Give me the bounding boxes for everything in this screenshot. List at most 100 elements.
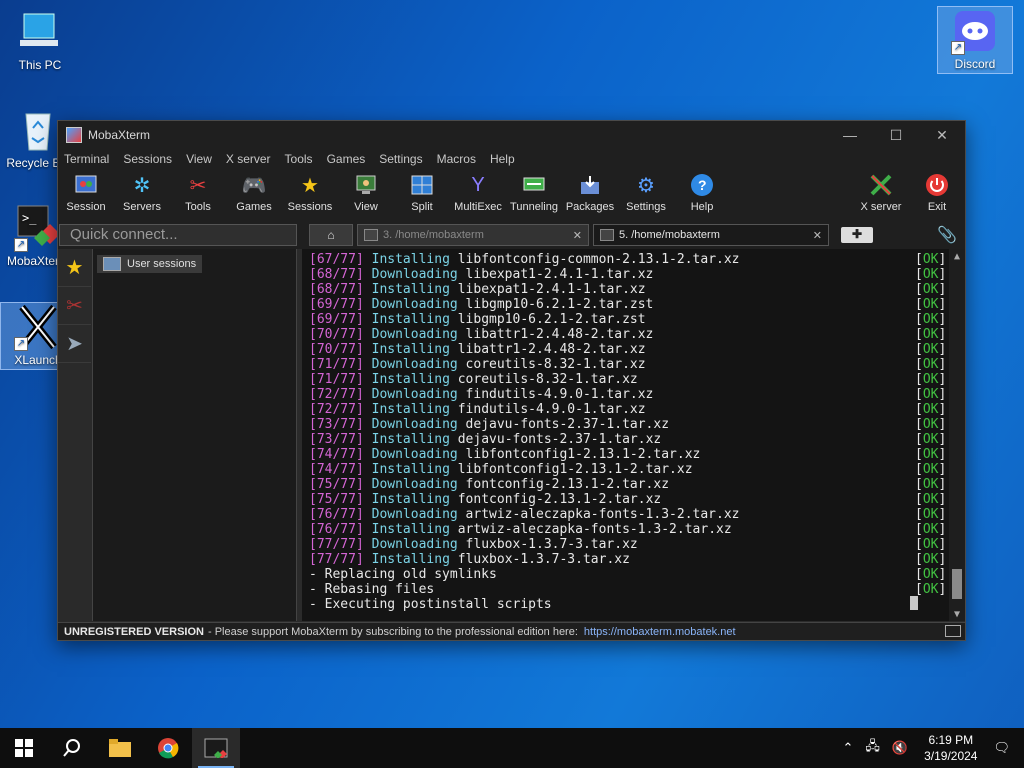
line-text: - Rebasing files	[309, 582, 435, 597]
toolbar-exit-button[interactable]: Exit	[909, 173, 965, 213]
user-sessions-item[interactable]: User sessions	[97, 255, 203, 273]
status-ok: [OK]	[915, 357, 947, 372]
toolbar-settings-button[interactable]: ⚙ Settings	[618, 173, 674, 214]
menu-view[interactable]: View	[186, 152, 212, 166]
sidebar-strip: ★ ✂ ➤	[58, 249, 93, 621]
paperclip-icon[interactable]: 📎	[937, 225, 957, 245]
line-counter: [75/77]	[309, 492, 364, 507]
notification-icon[interactable]: 🗨	[993, 740, 1010, 756]
new-tab-button[interactable]: ✚	[841, 227, 873, 243]
sidebar-sessions-star-icon[interactable]: ★	[58, 249, 91, 287]
shortcut-arrow-icon: ↗	[14, 337, 28, 351]
toolbar-view-button[interactable]: View	[338, 173, 394, 213]
line-counter: [72/77]	[309, 387, 364, 402]
maximize-button[interactable]: ☐	[873, 127, 919, 144]
toolbar-sessions-button[interactable]: ★ Sessions	[282, 173, 338, 214]
help-icon: ?	[689, 173, 715, 197]
power-icon	[924, 173, 950, 197]
terminal-output[interactable]: ▲ ▼ [67/77] Installing libfontconfig-com…	[302, 249, 965, 621]
toolbar-packages-button[interactable]: Packages	[562, 173, 618, 213]
line-package: artwiz-aleczapka-fonts-1.3-2.tar.xz	[465, 507, 740, 522]
chrome-button[interactable]	[144, 728, 192, 768]
desktop-icon-discord[interactable]: ↗ Discord	[937, 6, 1013, 74]
mobaxterm-icon: >_ ↗	[14, 204, 62, 252]
sidebar-tools-icon[interactable]: ✂	[58, 287, 91, 325]
tab-3-home-mobaxterm[interactable]: 3. /home/mobaxterm ✕	[357, 224, 589, 246]
terminal-line: [77/77] Downloading fluxbox-1.3.7-3.tar.…	[309, 537, 965, 552]
start-button[interactable]	[0, 728, 48, 768]
menu-sessions[interactable]: Sessions	[123, 152, 172, 166]
clock[interactable]: 6:19 PM 3/19/2024	[924, 732, 977, 764]
line-action: Installing	[371, 312, 450, 327]
menu-games[interactable]: Games	[327, 152, 366, 166]
line-action: Installing	[371, 252, 450, 267]
terminal-line: [73/77] Downloading dejavu-fonts-2.37-1.…	[309, 417, 965, 432]
gamepad-icon: 🎮	[241, 174, 267, 197]
close-button[interactable]: ✕	[919, 127, 965, 144]
toolbar-help-button[interactable]: ? Help	[674, 173, 730, 213]
line-text: - Replacing old symlinks	[309, 567, 497, 582]
title-bar[interactable]: MobaXterm — ☐ ✕	[58, 121, 965, 149]
menu-help[interactable]: Help	[490, 152, 515, 166]
desktop-icon-this-pc[interactable]: This PC	[2, 8, 78, 72]
line-counter: [73/77]	[309, 432, 364, 447]
line-package: libfontconfig1-2.13.1-2.tar.xz	[465, 447, 701, 462]
line-counter: [74/77]	[309, 462, 364, 477]
xlaunch-icon: ↗	[14, 303, 62, 351]
status-ok: [OK]	[915, 387, 947, 402]
toolbar-servers-button[interactable]: ✲ Servers	[114, 173, 170, 214]
line-action: Installing	[371, 432, 450, 447]
status-ok: [OK]	[915, 252, 947, 267]
status-ok: [OK]	[915, 267, 947, 282]
network-icon[interactable]: 🖧	[865, 737, 880, 759]
menu-terminal[interactable]: Terminal	[64, 152, 109, 166]
menu-settings[interactable]: Settings	[379, 152, 422, 166]
tab-close-icon[interactable]: ✕	[813, 229, 822, 242]
line-action: Downloading	[371, 477, 458, 492]
tab-close-icon[interactable]: ✕	[573, 229, 582, 242]
sidebar-send-icon[interactable]: ➤	[58, 325, 91, 363]
toolbar-multiexec-button[interactable]: Y MultiExec	[450, 173, 506, 214]
menu-macros[interactable]: Macros	[437, 152, 476, 166]
chrome-icon	[158, 738, 179, 759]
menu-x-server[interactable]: X server	[226, 152, 271, 166]
minimize-button[interactable]: —	[827, 127, 873, 143]
star-icon: ★	[301, 174, 319, 197]
line-counter: [70/77]	[309, 342, 364, 357]
mobaxterm-app-icon	[66, 127, 82, 143]
toolbar-games-button[interactable]: 🎮 Games	[226, 173, 282, 214]
line-counter: [76/77]	[309, 522, 364, 537]
line-counter: [76/77]	[309, 507, 364, 522]
system-tray: ⌃ 🖧 🔇 6:19 PM 3/19/2024 🗨	[837, 728, 1024, 768]
computer-icon	[16, 8, 64, 56]
toolbar-tools-button[interactable]: ✂ Tools	[170, 173, 226, 214]
menu-tools[interactable]: Tools	[285, 152, 313, 166]
xserver-icon	[868, 173, 894, 197]
tunneling-icon	[521, 173, 547, 197]
terminal-line: [75/77] Downloading fontconfig-2.13.1-2.…	[309, 477, 965, 492]
status-link[interactable]: https://mobaxterm.mobatek.net	[584, 626, 736, 638]
line-counter: [73/77]	[309, 417, 364, 432]
search-button[interactable]	[48, 728, 96, 768]
chevron-up-icon[interactable]: ⌃	[843, 740, 854, 756]
terminal-cursor	[910, 596, 918, 610]
terminal-line: [69/77] Installing libgmp10-6.2.1-2.tar.…	[309, 312, 965, 327]
line-package: libfontconfig1-2.13.1-2.tar.xz	[457, 462, 693, 477]
line-action: Installing	[371, 342, 450, 357]
tab-5-home-mobaxterm[interactable]: 5. /home/mobaxterm ✕	[593, 224, 829, 246]
line-counter: [71/77]	[309, 372, 364, 387]
terminal-line: [70/77] Installing libattr1-2.4.48-2.tar…	[309, 342, 965, 357]
mobaxterm-taskbar-button[interactable]	[192, 728, 240, 768]
toolbar-split-button[interactable]: Split	[394, 173, 450, 213]
volume-muted-icon[interactable]: 🔇	[892, 740, 908, 756]
toolbar-session-button[interactable]: Session	[58, 173, 114, 213]
terminal-line: [70/77] Downloading libattr1-2.4.48-2.ta…	[309, 327, 965, 342]
quick-connect-input[interactable]: Quick connect...	[59, 224, 297, 246]
toolbar-xserver-button[interactable]: X server	[853, 173, 909, 213]
toolbar-tunneling-button[interactable]: Tunneling	[506, 173, 562, 213]
file-explorer-button[interactable]	[96, 728, 144, 768]
svg-text:>_: >_	[22, 211, 37, 225]
line-package: dejavu-fonts-2.37-1.tar.xz	[457, 432, 662, 447]
home-tab[interactable]: ⌂	[309, 224, 353, 246]
monitor-icon[interactable]	[945, 625, 961, 637]
